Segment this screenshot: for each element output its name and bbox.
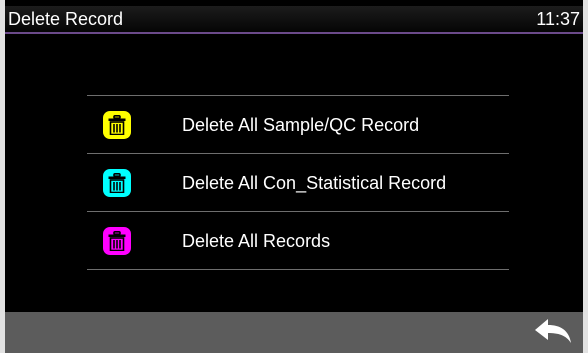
clock: 11:37: [536, 9, 580, 29]
delete-sample-qc-label: Delete All Sample/QC Record: [182, 115, 420, 135]
delete-all-records-button[interactable]: Delete All Records: [87, 211, 509, 270]
back-button[interactable]: [533, 316, 573, 348]
delete-con-statistical-button[interactable]: Delete All Con_Statistical Record: [87, 153, 509, 211]
trash-icon: [103, 169, 131, 197]
trash-icon: [103, 227, 131, 255]
bottom-bar: [5, 312, 583, 353]
page-title: Delete Record: [8, 9, 124, 29]
device-screen: Delete Record 11:37 Delete All Sample/QC…: [5, 0, 583, 353]
delete-all-records-label: Delete All Records: [182, 231, 331, 251]
delete-options-list: Delete All Sample/QC Record Delete All C…: [87, 95, 509, 270]
title-bar: Delete Record 11:37: [5, 6, 583, 34]
delete-sample-qc-button[interactable]: Delete All Sample/QC Record: [87, 95, 509, 153]
delete-con-statistical-label: Delete All Con_Statistical Record: [182, 173, 447, 193]
back-arrow-icon: [535, 319, 571, 343]
trash-icon: [103, 111, 131, 139]
